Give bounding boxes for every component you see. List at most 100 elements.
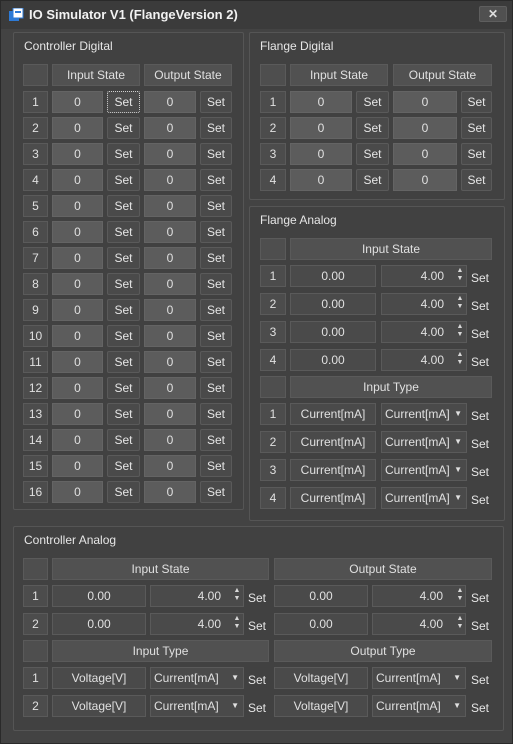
cd-output-set-button[interactable]: Set [200, 481, 232, 503]
ca-type-corner [23, 640, 48, 662]
fa-setpoint-input[interactable]: 4.00 [381, 293, 467, 315]
fa-type-row-index: 1 [260, 403, 286, 425]
cd-input-set-button[interactable]: Set [107, 91, 140, 113]
ca-input-current: 0.00 [52, 585, 146, 607]
ca-input-spinner[interactable]: ▲ ▼ [233, 587, 241, 605]
cd-output-set-button[interactable]: Set [200, 169, 232, 191]
cd-output-set-button[interactable]: Set [200, 247, 232, 269]
fa-type-set-button[interactable]: Set [471, 407, 489, 427]
fa-setpoint-input[interactable]: 4.00 [381, 349, 467, 371]
cd-output-value: 0 [144, 247, 196, 269]
ca-output-setpoint[interactable]: 4.00 [372, 613, 466, 635]
cd-output-set-button[interactable]: Set [200, 403, 232, 425]
cd-output-set-button[interactable]: Set [200, 377, 232, 399]
cd-output-set-button[interactable]: Set [200, 143, 232, 165]
ca-output-type: Voltage[V] [274, 695, 368, 717]
cd-input-set-button[interactable]: Set [107, 403, 140, 425]
cd-input-set-button[interactable]: Set [107, 351, 140, 373]
fa-type-dropdown[interactable]: Current[mA] ▼ [381, 487, 467, 509]
ca-output-type-dropdown[interactable]: Current[mA] ▼ [372, 667, 466, 689]
cd-row-index: 3 [23, 143, 48, 165]
fd-input-set-button[interactable]: Set [356, 143, 389, 165]
fa-set-button[interactable]: Set [471, 353, 489, 373]
ca-output-setpoint[interactable]: 4.00 [372, 585, 466, 607]
ca-input-spinner[interactable]: ▲ ▼ [233, 615, 241, 633]
fa-type-set-button[interactable]: Set [471, 435, 489, 455]
ca-output-set-button[interactable]: Set [471, 617, 489, 637]
chevron-down-icon: ▼ [454, 437, 462, 446]
cd-output-set-button[interactable]: Set [200, 273, 232, 295]
fd-input-set-button[interactable]: Set [356, 91, 389, 113]
fd-output-set-button[interactable]: Set [461, 143, 492, 165]
cd-output-set-button[interactable]: Set [200, 429, 232, 451]
fa-type-dropdown[interactable]: Current[mA] ▼ [381, 403, 467, 425]
chevron-down-icon: ▼ [454, 465, 462, 474]
cd-input-set-button[interactable]: Set [107, 117, 140, 139]
ca-input-set-button[interactable]: Set [248, 589, 266, 609]
fa-setpoint-spinner[interactable]: ▲ ▼ [456, 351, 464, 369]
fa-setpoint-input[interactable]: 4.00 [381, 265, 467, 287]
fa-setpoint-spinner[interactable]: ▲ ▼ [456, 295, 464, 313]
cd-output-set-button[interactable]: Set [200, 117, 232, 139]
fa-type-set-button[interactable]: Set [471, 491, 489, 511]
fa-setpoint-input[interactable]: 4.00 [381, 321, 467, 343]
fd-input-set-button[interactable]: Set [356, 117, 389, 139]
fd-output-set-button[interactable]: Set [461, 117, 492, 139]
fa-type-set-button[interactable]: Set [471, 463, 489, 483]
cd-input-set-button[interactable]: Set [107, 429, 140, 451]
fa-set-button[interactable]: Set [471, 269, 489, 289]
ca-output-set-button[interactable]: Set [471, 589, 489, 609]
io-simulator-window: IO Simulator V1 (FlangeVersion 2) ✕ Cont… [0, 0, 513, 744]
ca-output-spinner[interactable]: ▲ ▼ [456, 587, 464, 605]
cd-input-set-button[interactable]: Set [107, 221, 140, 243]
cd-input-set-button[interactable]: Set [107, 247, 140, 269]
ca-input-setpoint[interactable]: 4.00 [150, 585, 244, 607]
cd-input-set-button[interactable]: Set [107, 273, 140, 295]
ca-output-type-set-button[interactable]: Set [471, 699, 489, 719]
ca-input-type-dropdown[interactable]: Current[mA] ▼ [150, 667, 244, 689]
fa-set-button[interactable]: Set [471, 297, 489, 317]
cd-output-set-button[interactable]: Set [200, 351, 232, 373]
cd-input-set-button[interactable]: Set [107, 299, 140, 321]
close-button[interactable]: ✕ [479, 6, 507, 22]
cd-row-index: 7 [23, 247, 48, 269]
cd-output-set-button[interactable]: Set [200, 221, 232, 243]
cd-output-set-button[interactable]: Set [200, 325, 232, 347]
ca-input-set-button[interactable]: Set [248, 617, 266, 637]
cd-input-set-button[interactable]: Set [107, 377, 140, 399]
cd-output-set-button[interactable]: Set [200, 299, 232, 321]
cd-input-set-button[interactable]: Set [107, 455, 140, 477]
fd-output-set-button[interactable]: Set [461, 91, 492, 113]
cd-output-set-button[interactable]: Set [200, 91, 232, 113]
fa-type-dropdown[interactable]: Current[mA] ▼ [381, 431, 467, 453]
cd-input-set-button[interactable]: Set [107, 481, 140, 503]
cd-input-value: 0 [52, 455, 103, 477]
ca-input-type-set-button[interactable]: Set [248, 671, 266, 691]
fd-output-value: 0 [393, 143, 457, 165]
cd-output-set-button[interactable]: Set [200, 455, 232, 477]
fd-output-value: 0 [393, 169, 457, 191]
ca-input-setpoint[interactable]: 4.00 [150, 613, 244, 635]
fd-row-index: 4 [260, 169, 286, 191]
ca-type-row-index: 2 [23, 695, 48, 717]
cd-input-set-button[interactable]: Set [107, 195, 140, 217]
ca-output-type-header: Output Type [274, 640, 492, 662]
fd-input-set-button[interactable]: Set [356, 169, 389, 191]
cd-input-set-button[interactable]: Set [107, 325, 140, 347]
ca-output-type-dropdown[interactable]: Current[mA] ▼ [372, 695, 466, 717]
ca-output-type-set-button[interactable]: Set [471, 671, 489, 691]
fa-type-dropdown[interactable]: Current[mA] ▼ [381, 459, 467, 481]
cd-output-set-button[interactable]: Set [200, 195, 232, 217]
ca-input-type-set-button[interactable]: Set [248, 699, 266, 719]
fa-row-index: 3 [260, 321, 286, 343]
fa-setpoint-spinner[interactable]: ▲ ▼ [456, 323, 464, 341]
cd-row-index: 13 [23, 403, 48, 425]
fa-set-button[interactable]: Set [471, 325, 489, 345]
flange-digital-title: Flange Digital [260, 39, 334, 53]
ca-input-type-dropdown[interactable]: Current[mA] ▼ [150, 695, 244, 717]
cd-input-set-button[interactable]: Set [107, 143, 140, 165]
fd-output-set-button[interactable]: Set [461, 169, 492, 191]
cd-input-set-button[interactable]: Set [107, 169, 140, 191]
fa-setpoint-spinner[interactable]: ▲ ▼ [456, 267, 464, 285]
ca-output-spinner[interactable]: ▲ ▼ [456, 615, 464, 633]
